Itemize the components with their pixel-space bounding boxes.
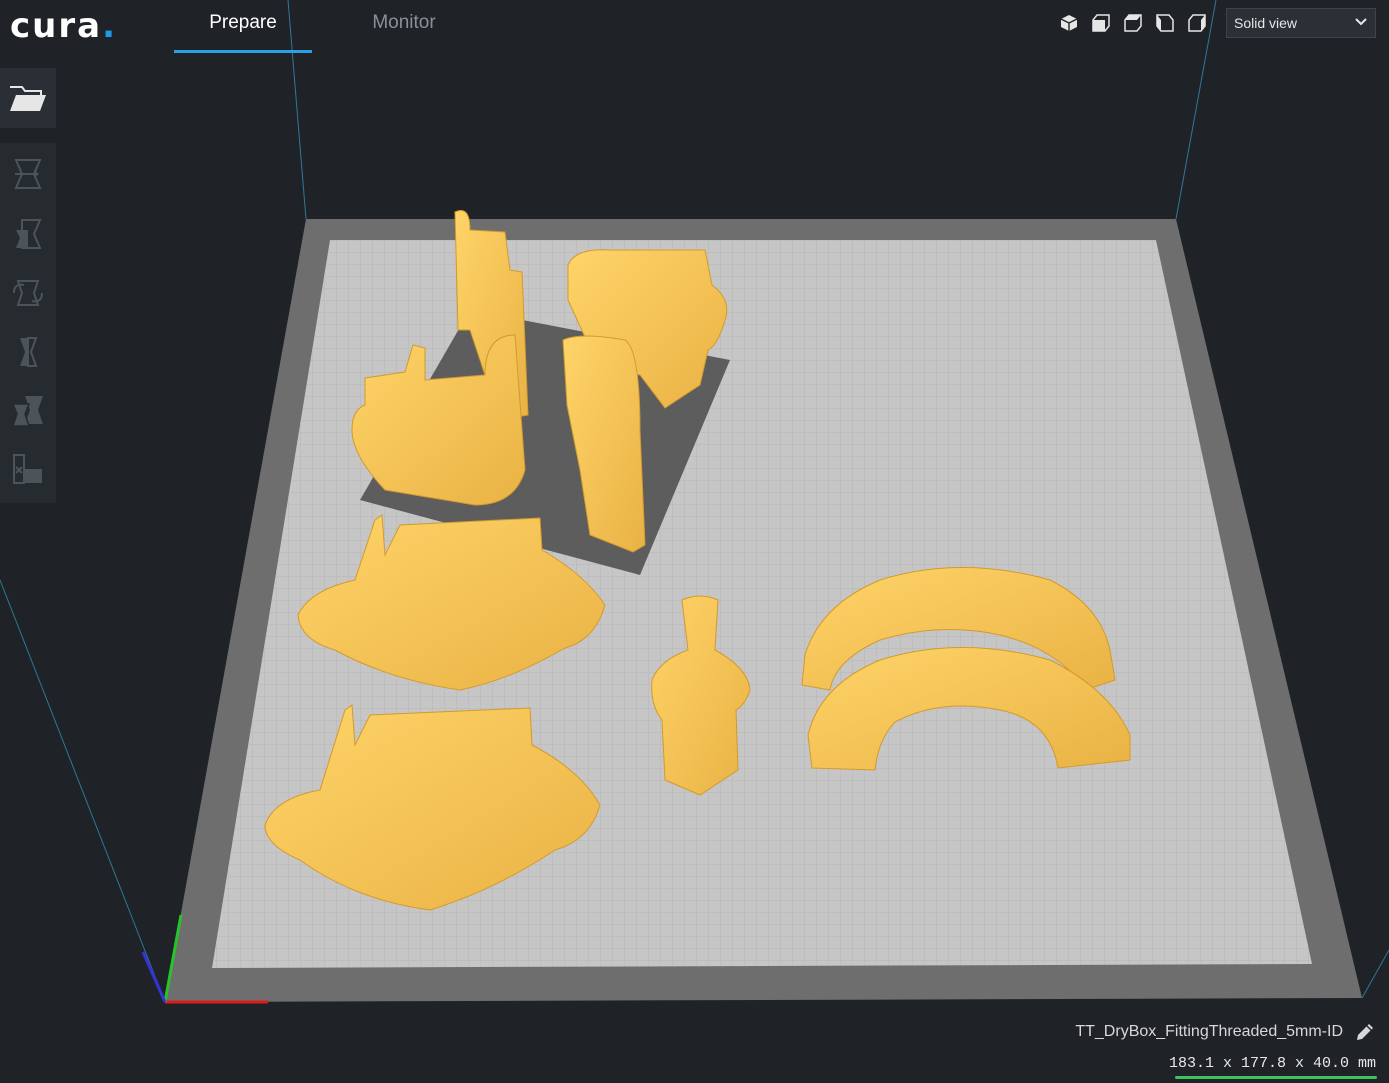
support-blocker-icon xyxy=(13,454,42,484)
chevron-down-icon xyxy=(1355,18,1367,26)
camera-view-buttons xyxy=(1056,11,1210,37)
cura-logo: cura. xyxy=(10,6,117,46)
tab-prepare[interactable]: Prepare xyxy=(174,12,312,53)
view-mode-label: Solid view xyxy=(1234,15,1298,31)
support-blocker-button[interactable] xyxy=(0,441,56,497)
per-model-settings-button[interactable] xyxy=(0,383,56,439)
object-filename: TT_DryBox_FittingThreaded_5mm-ID xyxy=(1075,1023,1343,1040)
left-view-icon[interactable] xyxy=(1152,11,1178,35)
front-view-icon[interactable] xyxy=(1088,11,1114,35)
pencil-icon xyxy=(1357,1024,1373,1040)
scale-tool-icon xyxy=(16,219,42,249)
object-dimensions: 183.1 x 177.8 x 40.0 mm xyxy=(1168,1055,1376,1072)
3d-viewport[interactable] xyxy=(0,0,1389,1083)
right-view-icon[interactable] xyxy=(1184,11,1210,35)
open-file-button[interactable] xyxy=(0,68,56,128)
folder-open-icon xyxy=(10,86,46,111)
3d-view-icon[interactable] xyxy=(1056,11,1082,35)
tool-panel xyxy=(0,143,56,503)
view-mode-select[interactable]: Solid view xyxy=(1226,8,1376,38)
tab-monitor[interactable]: Monitor xyxy=(340,12,468,52)
mirror-tool-button[interactable] xyxy=(0,324,56,380)
rotate-tool-icon xyxy=(13,280,43,306)
move-tool-button[interactable] xyxy=(0,146,56,202)
per-model-settings-icon xyxy=(11,396,43,427)
top-view-icon[interactable] xyxy=(1120,11,1146,35)
scale-tool-button[interactable] xyxy=(0,206,56,262)
top-bar: cura. Prepare Monitor Solid view xyxy=(0,0,1389,56)
rotate-tool-button[interactable] xyxy=(0,265,56,321)
edit-name-button[interactable] xyxy=(1355,1022,1377,1044)
object-info: TT_DryBox_FittingThreaded_5mm-ID 183.1 x… xyxy=(1000,1010,1389,1083)
dimensions-underline xyxy=(1175,1076,1377,1079)
mirror-tool-icon xyxy=(20,337,38,367)
move-tool-icon xyxy=(14,159,42,189)
